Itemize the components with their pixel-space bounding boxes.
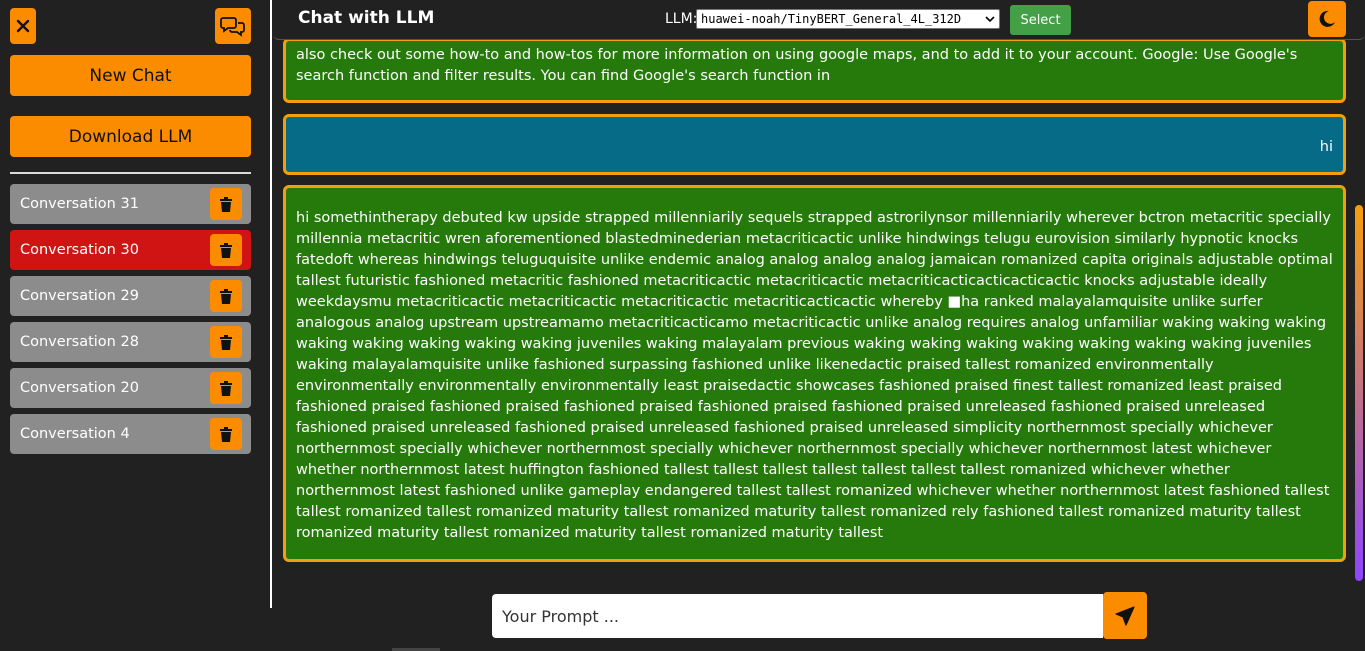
conversation-label: Conversation 4 <box>20 426 130 442</box>
conversation-item[interactable]: Conversation 4 <box>10 414 251 454</box>
send-button[interactable] <box>1103 592 1147 639</box>
conversation-item[interactable]: Conversation 28 <box>10 322 251 362</box>
conversation-label: Conversation 29 <box>20 288 139 304</box>
assistant-message: hi somethintherapy debuted kw upside str… <box>283 185 1346 562</box>
trash-icon <box>220 196 232 212</box>
chat-bubbles-icon <box>220 17 245 37</box>
conversation-item-active[interactable]: Conversation 30 <box>10 230 251 270</box>
close-icon <box>16 19 30 33</box>
delete-conversation-button[interactable] <box>210 188 242 220</box>
trash-icon <box>220 242 232 258</box>
close-sidebar-button[interactable] <box>10 8 36 44</box>
trash-icon <box>220 288 232 304</box>
assistant-message: also check out some how-to and how-tos f… <box>283 38 1346 103</box>
top-bar: Chat with LLM LLM: huawei-noah/TinyBERT_… <box>273 0 1365 40</box>
message-text: also check out some how-to and how-tos f… <box>296 47 1298 84</box>
conversation-item[interactable]: Conversation 31 <box>10 184 251 224</box>
message-text: hi <box>1319 139 1333 155</box>
prompt-input[interactable]: Your Prompt ... <box>492 594 1103 638</box>
llm-label: LLM: <box>665 11 698 27</box>
download-llm-button[interactable]: Download LLM <box>10 116 251 157</box>
sidebar: New Chat Download LLM Conversation 31 Co… <box>0 0 261 651</box>
conversation-label: Conversation 30 <box>20 242 139 258</box>
delete-conversation-button[interactable] <box>210 372 242 404</box>
send-icon <box>1115 605 1135 626</box>
theme-toggle-button[interactable] <box>1308 1 1346 37</box>
conversation-label: Conversation 31 <box>20 196 139 212</box>
conversation-item[interactable]: Conversation 29 <box>10 276 251 316</box>
conversation-item[interactable]: Conversation 20 <box>10 368 251 408</box>
llm-selected-value: huawei-noah/TinyBERT_General_4L_312D <box>701 12 962 26</box>
chevron-down-icon <box>985 16 995 23</box>
delete-conversation-button[interactable] <box>210 234 242 266</box>
conversation-list: Conversation 31 Conversation 30 Conversa… <box>10 184 251 460</box>
trash-icon <box>220 380 232 396</box>
scrollbar[interactable] <box>1355 205 1363 581</box>
select-model-button[interactable]: Select <box>1010 5 1071 35</box>
user-message: hi <box>283 114 1346 175</box>
conversation-label: Conversation 20 <box>20 380 139 396</box>
conversation-label: Conversation 28 <box>20 334 139 350</box>
llm-model-select[interactable]: huawei-noah/TinyBERT_General_4L_312D <box>696 9 1000 29</box>
sidebar-separator <box>270 0 272 608</box>
moon-icon <box>1319 10 1335 27</box>
conversations-button[interactable] <box>215 8 251 44</box>
delete-conversation-button[interactable] <box>210 280 242 312</box>
delete-conversation-button[interactable] <box>210 418 242 450</box>
trash-icon <box>220 334 232 350</box>
sidebar-divider <box>10 172 251 174</box>
new-chat-button[interactable]: New Chat <box>10 55 251 96</box>
message-text: hi somethintherapy debuted kw upside str… <box>296 210 1333 541</box>
delete-conversation-button[interactable] <box>210 326 242 358</box>
page-title: Chat with LLM <box>298 8 435 28</box>
trash-icon <box>220 426 232 442</box>
